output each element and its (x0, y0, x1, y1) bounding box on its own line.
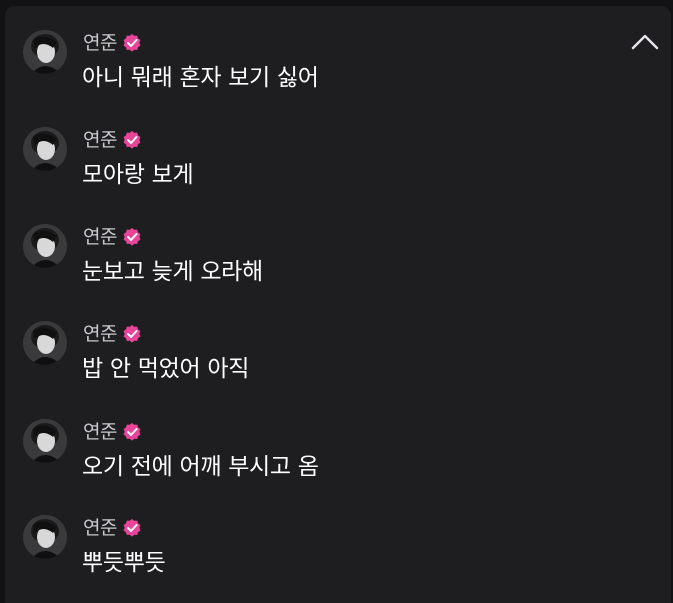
avatar[interactable] (23, 127, 67, 171)
message-item: 연준 눈보고 늦게 오라해 (23, 200, 623, 285)
verified-badge-icon (122, 324, 142, 344)
author-name: 연준 (83, 32, 117, 54)
message-text: 눈보고 늦게 오라해 (82, 259, 263, 285)
author-name: 연준 (83, 226, 117, 248)
verified-badge-icon (122, 422, 142, 442)
chevron-up-icon (631, 34, 659, 50)
message-text: 모아랑 보게 (82, 162, 194, 188)
chat-panel: 연준 아니 뭐래 혼자 보기 싫어 연준 모아랑 보게 연준 눈보고 늦게 오라… (5, 6, 671, 603)
message-item: 연준 뿌듯뿌듯 (23, 491, 623, 576)
avatar[interactable] (23, 321, 67, 365)
avatar[interactable] (23, 224, 67, 268)
collapse-button[interactable] (625, 26, 665, 60)
verified-badge-icon (122, 227, 142, 247)
message-item: 연준 모아랑 보게 (23, 103, 623, 188)
message-item: 연준 밥 안 먹었어 아직 (23, 297, 623, 382)
message-item: 연준 오기 전에 어깨 부시고 옴 (23, 395, 623, 480)
author-name: 연준 (83, 517, 117, 539)
message-text: 밥 안 먹었어 아직 (82, 356, 250, 382)
verified-badge-icon (122, 518, 142, 538)
message-text: 뿌듯뿌듯 (82, 550, 166, 576)
avatar[interactable] (23, 419, 67, 463)
avatar[interactable] (23, 515, 67, 559)
message-item: 연준 아니 뭐래 혼자 보기 싫어 (23, 6, 623, 91)
avatar[interactable] (23, 30, 67, 74)
message-text: 오기 전에 어깨 부시고 옴 (82, 454, 319, 480)
author-name: 연준 (83, 421, 117, 443)
author-name: 연준 (83, 129, 117, 151)
verified-badge-icon (122, 130, 142, 150)
author-name: 연준 (83, 323, 117, 345)
verified-badge-icon (122, 33, 142, 53)
message-text: 아니 뭐래 혼자 보기 싫어 (82, 65, 319, 91)
